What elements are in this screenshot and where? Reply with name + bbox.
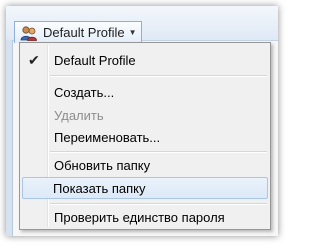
menu-separator <box>50 203 267 205</box>
menu-item-label: Показать папку <box>53 180 146 196</box>
window-left-edge <box>6 40 13 236</box>
menu-item-refresh-folder[interactable]: Обновить папку <box>22 154 268 176</box>
menu-item-label: Создать... <box>54 84 115 100</box>
menu-item-label: Удалить <box>54 107 104 123</box>
checkmark-icon: ✔ <box>28 52 40 68</box>
menu-item-label: Переименовать... <box>54 129 161 145</box>
menu-item-check-password-unity[interactable]: Проверить единство пароля <box>22 206 268 228</box>
profile-button-label: Default Profile <box>43 25 125 40</box>
profile-dropdown-button[interactable]: Default Profile ▼ <box>14 21 142 43</box>
menu-item-rename[interactable]: Переименовать... <box>22 126 268 148</box>
triangle-down-icon: ▼ <box>128 28 137 37</box>
menu-item-label: Обновить папку <box>54 157 151 173</box>
menu-item-create[interactable]: Создать... <box>22 81 268 103</box>
menu-separator <box>50 151 267 153</box>
menu-separator <box>50 75 267 77</box>
menu-item-label: Default Profile <box>54 52 136 68</box>
window-frame: Default Profile ▼ ✔ Default Profile Созд… <box>6 6 278 236</box>
menu-item-label: Проверить единство пароля <box>54 209 225 225</box>
menu-item-delete: Удалить <box>22 104 268 126</box>
menu-item-default-profile[interactable]: ✔ Default Profile <box>22 49 268 71</box>
users-icon <box>20 25 38 41</box>
menu-item-show-folder[interactable]: Показать папку <box>22 177 268 199</box>
profile-context-menu: ✔ Default Profile Создать... Удалить Пер… <box>19 42 271 230</box>
